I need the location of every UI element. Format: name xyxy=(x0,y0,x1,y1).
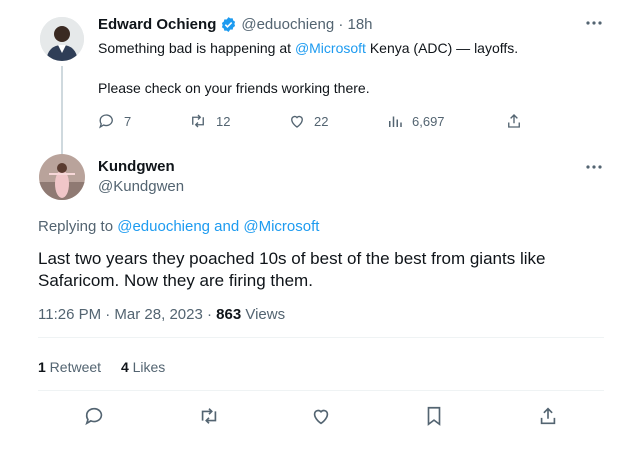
share-action[interactable] xyxy=(505,112,523,130)
author-name[interactable]: Edward Ochieng xyxy=(98,16,216,33)
avatar-image xyxy=(39,154,85,200)
like-icon xyxy=(288,112,306,130)
like-count: 22 xyxy=(314,113,329,129)
tweet-meta: 11:26 PM · Mar 28, 2023 · 863 Views xyxy=(38,306,286,323)
reply-count: 7 xyxy=(124,113,132,129)
replying-mentions[interactable]: @eduochieng and @Microsoft xyxy=(117,218,319,235)
share-icon xyxy=(537,405,559,427)
main-tweet: Kundgwen @Kundgwen Replying to @eduochie… xyxy=(0,140,625,450)
divider xyxy=(38,337,604,338)
more-options-icon[interactable] xyxy=(585,20,609,36)
retweet-icon xyxy=(197,405,221,427)
share-button[interactable] xyxy=(537,405,559,432)
reply-button[interactable] xyxy=(84,405,106,432)
reply-icon xyxy=(84,405,106,427)
divider xyxy=(38,390,604,391)
avatar-image xyxy=(40,17,84,61)
author-handle-time[interactable]: @eduochieng · 18h xyxy=(241,16,372,33)
retweet-button[interactable] xyxy=(197,405,221,432)
views-action[interactable]: 6,697 xyxy=(386,112,445,130)
tweet-text-line2: Please check on your friends working the… xyxy=(98,80,370,96)
reply-action[interactable]: 7 xyxy=(98,112,131,130)
tweet-body-line2: Safaricom. Now they are firing them. xyxy=(38,271,313,290)
parent-tweet[interactable]: Edward Ochieng @eduochieng · 18h Somethi… xyxy=(0,0,625,154)
replying-to: Replying to @eduochieng and @Microsoft xyxy=(38,218,320,235)
bookmark-icon xyxy=(423,405,445,427)
like-button[interactable] xyxy=(310,405,332,432)
author-handle[interactable]: @Kundgwen xyxy=(98,178,184,195)
author-name[interactable]: Kundgwen xyxy=(98,158,175,175)
tweet-body-line1: Last two years they poached 10s of best … xyxy=(38,249,546,268)
retweet-icon xyxy=(188,112,208,130)
tweet-timestamp[interactable]: 11:26 PM · Mar 28, 2023 · xyxy=(38,306,216,323)
views-icon xyxy=(386,112,404,130)
likes-stat[interactable]: 4 Likes xyxy=(121,359,165,375)
reply-icon xyxy=(98,112,116,130)
retweet-count: 12 xyxy=(216,113,231,129)
like-icon xyxy=(310,405,332,427)
retweets-stat[interactable]: 1 Retweet xyxy=(38,359,101,375)
views-count: 863 xyxy=(216,306,242,323)
mention-microsoft[interactable]: @Microsoft xyxy=(295,40,366,56)
avatar-edward[interactable] xyxy=(40,17,84,61)
engagement-stats: 1 Retweet 4 Likes xyxy=(38,359,165,375)
tweet-text-line1: Something bad is happening at @Microsoft… xyxy=(98,40,519,56)
retweet-action[interactable]: 12 xyxy=(188,112,230,130)
more-options-icon[interactable] xyxy=(585,164,609,180)
share-icon xyxy=(505,112,523,130)
bookmark-button[interactable] xyxy=(423,405,445,432)
views-count: 6,697 xyxy=(412,113,445,129)
like-action[interactable]: 22 xyxy=(288,112,328,130)
verified-badge-icon xyxy=(220,16,237,33)
avatar-kundgwen[interactable] xyxy=(39,154,85,200)
